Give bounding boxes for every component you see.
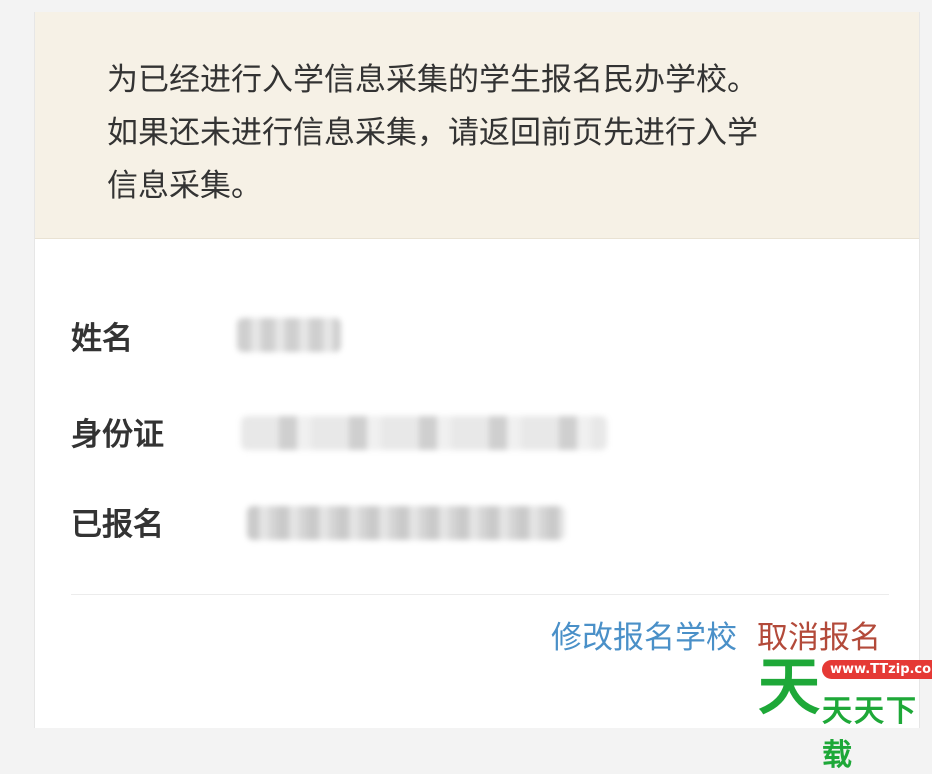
notice-line-1: 为已经进行入学信息采集的学生报名民办学校。 (107, 62, 758, 98)
divider (71, 594, 889, 595)
id-label: 身份证 (71, 416, 164, 453)
registration-card: 为已经进行入学信息采集的学生报名民办学校。 如果还未进行信息采集，请返回前页先进… (34, 12, 920, 728)
info-notice: 为已经进行入学信息采集的学生报名民办学校。 如果还未进行信息采集，请返回前页先进… (35, 12, 919, 239)
action-bar: 修改报名学校 取消报名 (551, 612, 881, 657)
id-value-redacted (241, 416, 607, 450)
watermark-url: www.TTzip.com (822, 660, 932, 679)
enrolled-row: 已报名 (71, 496, 565, 546)
notice-line-2: 如果还未进行信息采集，请返回前页先进行入学 (107, 115, 758, 151)
notice-line-3: 信息采集。 (107, 168, 262, 204)
name-value-redacted (237, 318, 341, 352)
id-row: 身份证 (71, 406, 607, 456)
watermark-big-char: 天 (758, 650, 821, 723)
enrolled-label: 已报名 (71, 506, 164, 543)
site-watermark-logo: 天 www.TTzip.com 天天下载 (758, 650, 932, 773)
name-row: 姓名 (71, 310, 341, 360)
name-label: 姓名 (71, 320, 133, 357)
notice-text: 为已经进行入学信息采集的学生报名民办学校。 如果还未进行信息采集，请返回前页先进… (107, 54, 867, 213)
watermark-text: 天天下载 (822, 694, 918, 773)
edit-school-link[interactable]: 修改报名学校 (551, 612, 737, 657)
enrolled-school-redacted (247, 506, 565, 540)
